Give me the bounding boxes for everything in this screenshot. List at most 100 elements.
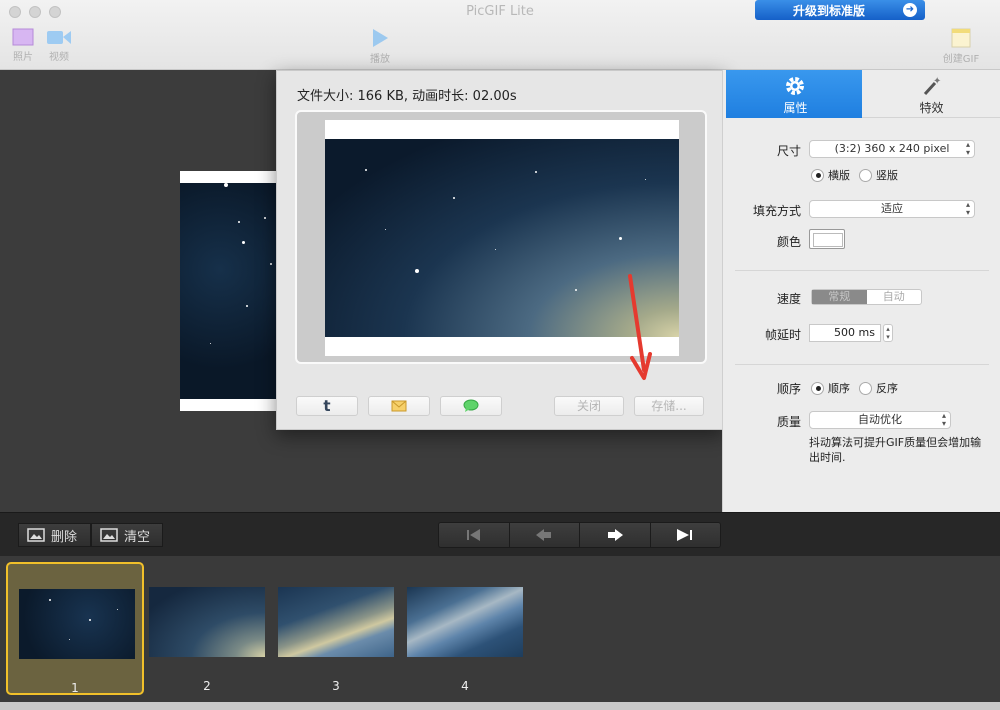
color-label: 颜色 <box>776 235 801 249</box>
tab-effects[interactable]: ✦ 特效 <box>862 70 1000 118</box>
quality-label: 质量 <box>776 415 801 429</box>
size-label: 尺寸 <box>776 144 801 158</box>
frame-image <box>19 589 135 659</box>
share-message-button[interactable] <box>440 396 502 416</box>
arrow-right-icon <box>607 529 623 541</box>
share-tumblr-button[interactable]: t <box>296 396 358 416</box>
frame-image <box>149 587 265 657</box>
next-frame-button[interactable] <box>580 523 651 547</box>
image-icon <box>100 528 118 542</box>
quality-select[interactable]: 自动优化 ▴ ▾ <box>809 411 951 429</box>
fill-select[interactable]: 适应 ▴ ▾ <box>809 200 975 218</box>
clear-button[interactable]: 清空 <box>91 523 163 547</box>
radio-forward[interactable]: 顺序 <box>811 380 850 396</box>
order-label: 顺序 <box>776 382 801 396</box>
frame-image <box>407 587 523 657</box>
quality-note: 抖动算法可提升GIF质量但会增加输出时间. <box>809 436 982 464</box>
radio-landscape[interactable]: 横版 <box>811 167 850 183</box>
clear-label: 清空 <box>124 529 151 545</box>
create-gif-button[interactable]: 创建GIF <box>940 28 982 65</box>
tab-properties-label: 属性 <box>783 101 808 115</box>
fill-label: 填充方式 <box>752 204 801 218</box>
export-sheet: 文件大小: 166 KB, 动画时长: 02.00s t 关闭 存储... <box>276 70 724 430</box>
fill-value: 适应 <box>881 202 903 215</box>
add-video-button[interactable]: 视频 <box>44 28 74 63</box>
skip-to-start-icon <box>466 529 480 541</box>
frame-navigation <box>438 522 721 548</box>
mail-icon <box>391 400 407 412</box>
upgrade-button[interactable]: 升级到标准版 ➜ <box>755 0 925 20</box>
video-camera-icon <box>47 31 71 44</box>
arrow-right-icon: ➜ <box>903 3 917 17</box>
delay-stepper[interactable]: ▴ ▾ <box>883 324 893 342</box>
radio-reverse[interactable]: 反序 <box>859 380 898 396</box>
frame-thumbnail-1[interactable]: 1 <box>6 562 144 695</box>
divider <box>735 364 989 365</box>
file-info: 文件大小: 166 KB, 动画时长: 02.00s <box>297 89 517 104</box>
current-frame-preview <box>180 171 280 411</box>
message-bubble-icon <box>463 399 479 412</box>
play-button[interactable]: 播放 <box>366 28 394 65</box>
portrait-label: 竖版 <box>876 169 898 182</box>
video-label: 视频 <box>49 52 69 63</box>
reverse-label: 反序 <box>876 382 898 395</box>
frame-thumbnail-4[interactable]: 4 <box>396 562 534 695</box>
photo-icon <box>12 28 34 46</box>
image-icon <box>27 528 45 542</box>
frame-control-bar: 删除 清空 <box>0 512 1000 556</box>
frame-number: 1 <box>71 681 79 695</box>
svg-text:✦: ✦ <box>933 76 941 87</box>
play-label: 播放 <box>370 54 390 65</box>
save-button[interactable]: 存储... <box>634 396 704 416</box>
tab-effects-label: 特效 <box>919 101 944 115</box>
tab-properties[interactable]: 属性 <box>726 70 865 118</box>
speed-auto-option[interactable]: 自动 <box>867 290 922 304</box>
chevron-updown-icon: ▴ ▾ <box>965 140 970 157</box>
frame-image <box>278 587 394 657</box>
play-icon <box>373 29 388 47</box>
size-select[interactable]: (3:2) 360 x 240 pixel ▴ ▾ <box>809 140 975 158</box>
landscape-label: 横版 <box>828 169 850 182</box>
delay-label: 帧延时 <box>764 328 801 342</box>
gear-icon <box>786 77 804 95</box>
speed-segmented-control[interactable]: 常规 自动 <box>811 289 922 305</box>
frame-number: 4 <box>461 679 469 693</box>
frame-number: 3 <box>332 679 340 693</box>
last-frame-button[interactable] <box>650 523 720 547</box>
upgrade-label: 升级到标准版 <box>793 3 866 18</box>
skip-to-end-icon <box>677 529 693 541</box>
size-value: (3:2) 360 x 240 pixel <box>834 142 950 155</box>
delete-label: 删除 <box>51 529 78 545</box>
divider <box>735 270 989 271</box>
add-photo-button[interactable]: 照片 <box>10 28 36 63</box>
window-toolbar: PicGIF Lite 升级到标准版 ➜ 照片 视频 播放 创建GIF <box>0 0 1000 70</box>
chevron-updown-icon: ▴ ▾ <box>965 200 970 217</box>
create-gif-label: 创建GIF <box>942 54 980 65</box>
photo-label: 照片 <box>13 52 33 63</box>
first-frame-button[interactable] <box>439 523 510 547</box>
previous-frame-button[interactable] <box>509 523 580 547</box>
radio-dot-selected <box>811 381 824 395</box>
radio-dot-selected <box>811 168 824 182</box>
frame-thumbnail-2[interactable]: 2 <box>138 562 276 695</box>
delete-button[interactable]: 删除 <box>18 523 91 547</box>
magic-wand-icon: ✦ <box>923 76 941 96</box>
delay-input[interactable]: 500 ms <box>809 324 881 342</box>
tumblr-icon: t <box>323 397 331 415</box>
frame-number: 2 <box>203 679 211 693</box>
radio-portrait[interactable]: 竖版 <box>859 167 898 183</box>
properties-panel: 属性 ✦ 特效 尺寸 (3:2) 360 x 240 pixel ▴ ▾ 横版 竖… <box>722 70 1000 512</box>
speed-label: 速度 <box>776 292 801 306</box>
speed-normal-option[interactable]: 常规 <box>812 290 867 304</box>
frame-thumbnail-3[interactable]: 3 <box>267 562 405 695</box>
radio-dot <box>859 168 872 182</box>
arrow-left-icon <box>536 529 552 541</box>
quality-value: 自动优化 <box>858 413 902 426</box>
close-sheet-button[interactable]: 关闭 <box>554 396 624 416</box>
chevron-updown-icon: ▴ ▾ <box>941 411 946 428</box>
window-bottom-edge <box>0 702 1000 710</box>
share-email-button[interactable] <box>368 396 430 416</box>
gif-file-icon <box>951 28 971 48</box>
color-well[interactable] <box>809 229 845 249</box>
annotation-arrow-icon <box>628 274 652 380</box>
